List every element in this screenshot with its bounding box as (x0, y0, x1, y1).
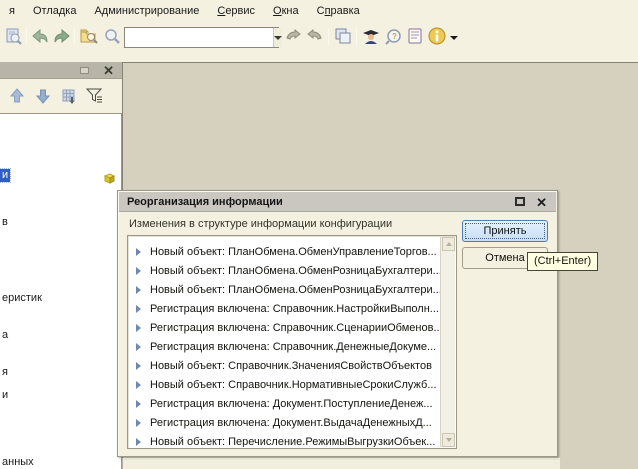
expand-triangle-icon[interactable] (136, 381, 141, 389)
toolbar-separator (328, 28, 329, 46)
change-list-item[interactable]: Новый объект: ПланОбмена.ОбменУправление… (129, 242, 440, 261)
change-list-item[interactable]: Регистрация включена: Документ.ВыдачаДен… (129, 413, 440, 432)
scroll-down-button[interactable] (442, 433, 455, 447)
reorganization-dialog: Реорганизация информации ✕ Изменения в с… (117, 190, 558, 457)
syntax-helper-icon[interactable] (360, 26, 380, 46)
move-down-icon[interactable] (33, 86, 53, 106)
tree-item-fragment[interactable]: я (2, 366, 8, 378)
tree-item-fragment[interactable]: еристик (2, 292, 42, 304)
toolbar-separator (74, 28, 75, 46)
menu-item-administration[interactable]: Администрирование (85, 2, 208, 20)
expand-triangle-icon[interactable] (136, 267, 141, 275)
dialog-titlebar[interactable]: Реорганизация информации ✕ (119, 192, 556, 212)
left-panel-toolbar (0, 79, 122, 113)
left-panel-titlebar[interactable]: ✕ (0, 62, 122, 79)
change-list-item-label: Регистрация включена: Справочник.Сценари… (150, 322, 440, 334)
change-list-item-label: Регистрация включена: Документ.Поступлен… (150, 398, 433, 410)
tree-item-fragment[interactable]: а (2, 329, 8, 341)
arrow-down-icon (446, 438, 452, 442)
close-icon[interactable]: ✕ (536, 193, 547, 212)
move-up-icon[interactable] (7, 86, 27, 106)
left-panel-list[interactable]: и веристикаяи (0, 113, 122, 469)
expand-triangle-icon[interactable] (136, 286, 141, 294)
change-list-item-label: Регистрация включена: Справочник.Денежны… (150, 341, 436, 353)
document-icon[interactable] (405, 26, 425, 46)
toolbar-separator (26, 28, 27, 46)
expand-triangle-icon[interactable] (136, 438, 141, 446)
search-input[interactable] (125, 28, 273, 47)
sort-list-icon[interactable] (59, 86, 79, 106)
menu-item-help[interactable]: Справка (308, 2, 369, 20)
back-arrow-icon[interactable] (30, 26, 50, 46)
change-list-item-label: Новый объект: Справочник.ЗначенияСвойств… (150, 360, 432, 372)
change-list-item[interactable]: Регистрация включена: Документ.Поступлен… (129, 394, 440, 413)
scroll-up-button[interactable] (442, 237, 455, 251)
search-help-icon[interactable]: ? (383, 26, 403, 46)
menu-item-debug[interactable]: Отладка (24, 2, 85, 20)
toolbar-overflow-icon[interactable] (450, 36, 458, 40)
vertical-scrollbar[interactable] (440, 237, 455, 447)
tree-item-fragment[interactable]: и (2, 389, 8, 401)
change-list-item[interactable]: Новый объект: ПланОбмена.ОбменРозницаБух… (129, 280, 440, 299)
change-list-item-label: Новый объект: ПланОбмена.ОбменРозницаБух… (150, 265, 440, 277)
change-list-item-label: Регистрация включена: Справочник.Настрой… (150, 303, 439, 315)
arrow-up-icon (446, 242, 452, 246)
shortcut-tooltip: (Ctrl+Enter) (527, 252, 598, 271)
dialog-title: Реорганизация информации (119, 196, 283, 208)
change-list-item-label: Новый объект: Перечисление.РежимыВыгрузк… (150, 436, 435, 448)
pin-icon[interactable] (80, 67, 89, 74)
combobox-dropdown-button[interactable] (273, 28, 282, 47)
info-icon[interactable] (427, 26, 447, 46)
change-list-item[interactable]: Регистрация включена: Справочник.Денежны… (129, 337, 440, 356)
expand-triangle-icon[interactable] (136, 362, 141, 370)
expand-triangle-icon[interactable] (136, 419, 141, 427)
page-preview-icon[interactable] (3, 26, 23, 46)
menu-bar: яОтладкаАдминистрированиеСервисОкнаСправ… (0, 0, 638, 22)
toolbar-separator (356, 28, 357, 46)
change-list-item[interactable]: Новый объект: Перечисление.РежимыВыгрузк… (129, 432, 440, 447)
copy-windows-icon[interactable] (333, 26, 353, 46)
selected-tree-item[interactable]: и (0, 169, 10, 182)
forward-arrow-icon[interactable] (52, 26, 72, 46)
change-list-item[interactable]: Регистрация включена: Справочник.Сценари… (129, 318, 440, 337)
history-forward-icon[interactable] (305, 26, 325, 46)
change-list-item-label: Регистрация включена: Документ.ВыдачаДен… (150, 417, 432, 429)
menu-item-config-fragment[interactable]: я (0, 2, 24, 20)
svg-text:?: ? (392, 32, 397, 41)
expand-triangle-icon[interactable] (136, 305, 141, 313)
change-list-item-label: Новый объект: Справочник.НормативныеСрок… (150, 379, 437, 391)
tree-item-fragment[interactable]: в (2, 216, 8, 228)
changes-listbox[interactable]: Новый объект: ПланОбмена.ОбменУправление… (127, 235, 457, 449)
history-back-icon[interactable] (283, 26, 303, 46)
filter-icon[interactable] (85, 86, 105, 106)
expand-triangle-icon[interactable] (136, 248, 141, 256)
accept-button[interactable]: Принять (462, 220, 548, 242)
chevron-down-icon (274, 36, 282, 40)
dialog-subtitle: Изменения в структуре информации конфигу… (129, 218, 392, 230)
folder-search-icon[interactable] (79, 26, 99, 46)
change-list-item[interactable]: Регистрация включена: Справочник.Настрой… (129, 299, 440, 318)
maximize-icon[interactable] (515, 197, 525, 206)
left-dock-panel: ✕ и веристикаяи анных (0, 62, 122, 469)
search-combobox[interactable] (124, 27, 279, 48)
change-list-item[interactable]: Новый объект: Справочник.ЗначенияСвойств… (129, 356, 440, 375)
menu-item-windows[interactable]: Окна (264, 2, 308, 20)
tree-item-fragment[interactable]: анных (2, 456, 34, 468)
expand-triangle-icon[interactable] (136, 324, 141, 332)
cube-icon (104, 173, 115, 184)
expand-triangle-icon[interactable] (136, 343, 141, 351)
change-list-item[interactable]: Новый объект: ПланОбмена.ОбменРозницаБух… (129, 261, 440, 280)
expand-triangle-icon[interactable] (136, 400, 141, 408)
menu-item-service[interactable]: Сервис (208, 2, 264, 20)
close-icon[interactable]: ✕ (103, 62, 114, 79)
search-icon[interactable] (102, 26, 122, 46)
change-list-item-label: Новый объект: ПланОбмена.ОбменУправление… (150, 246, 437, 258)
change-list-item[interactable]: Новый объект: Справочник.НормативныеСрок… (129, 375, 440, 394)
main-toolbar: ? (0, 22, 638, 54)
changes-rows: Новый объект: ПланОбмена.ОбменУправление… (129, 237, 440, 447)
change-list-item-label: Новый объект: ПланОбмена.ОбменРозницаБух… (150, 284, 440, 296)
background-window-strip (122, 458, 560, 469)
